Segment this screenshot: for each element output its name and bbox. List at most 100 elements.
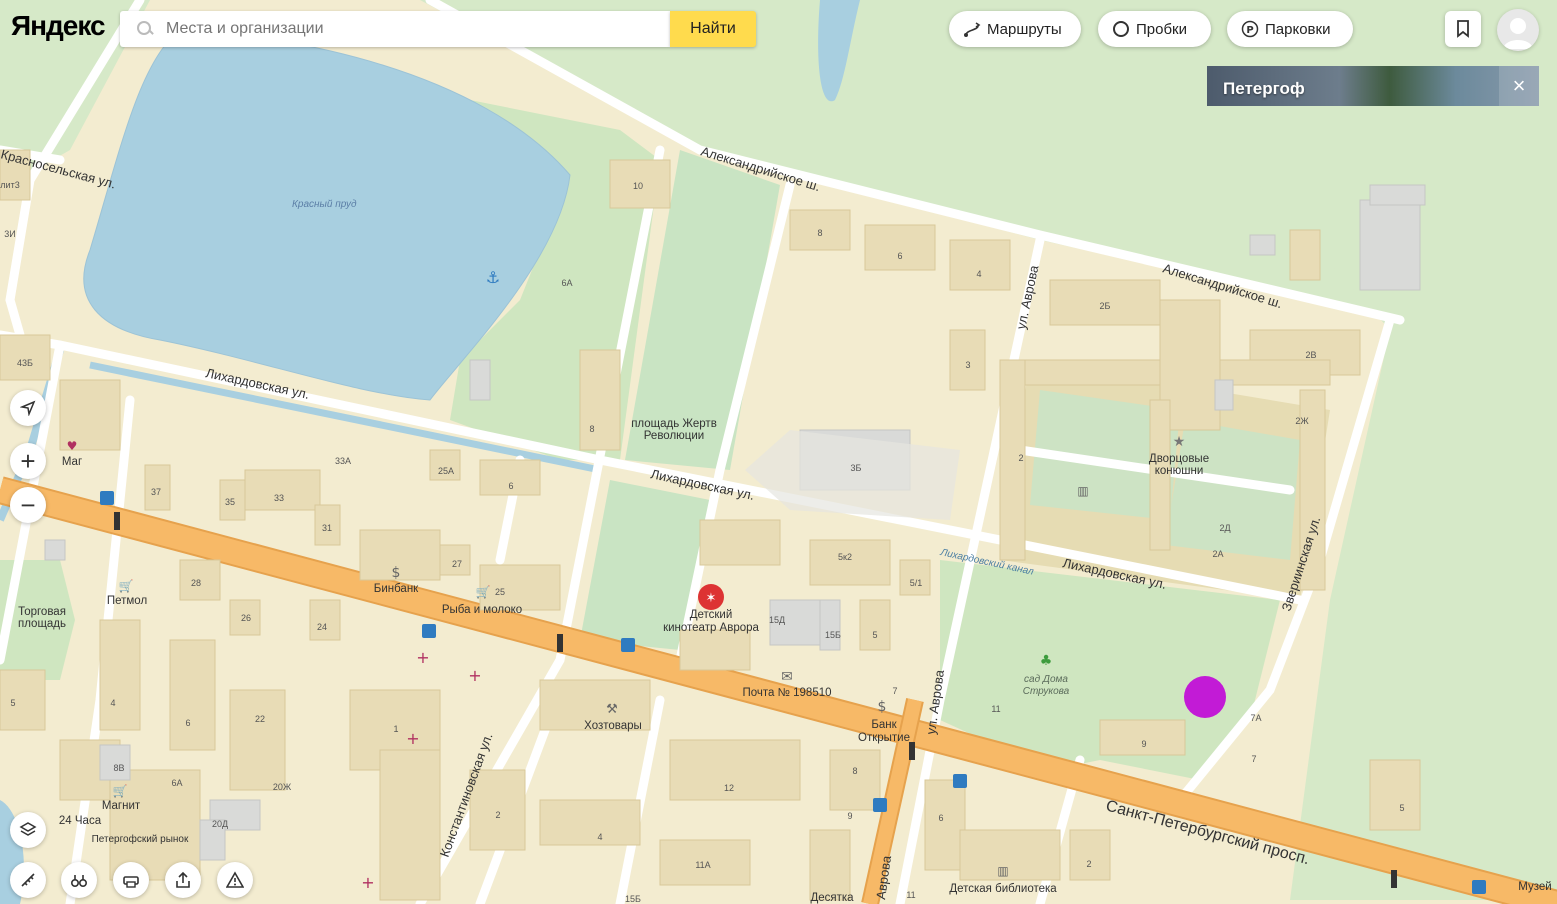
svg-text:5: 5: [10, 698, 15, 708]
svg-text:3И: 3И: [4, 229, 15, 239]
svg-text:20Ж: 20Ж: [273, 782, 292, 792]
svg-text:2Д: 2Д: [1219, 523, 1230, 533]
traffic-icon: [1112, 20, 1130, 38]
zoom-in-button[interactable]: +: [10, 443, 46, 479]
svg-text:лит3: лит3: [0, 180, 19, 190]
close-icon[interactable]: ×: [1499, 66, 1539, 106]
routes-button[interactable]: Маршруты: [949, 11, 1081, 47]
svg-text:6А: 6А: [561, 278, 572, 288]
poi-label: 24 Часа: [59, 815, 102, 827]
poi-label: Петмол: [107, 595, 147, 607]
pond-label: Красный пруд: [292, 199, 357, 210]
search-input[interactable]: [164, 19, 648, 39]
poi-label: Открытие: [858, 732, 910, 744]
svg-text:9: 9: [1141, 739, 1146, 749]
share-icon: [176, 871, 190, 888]
svg-text:2Ж: 2Ж: [1295, 416, 1309, 426]
svg-text:33: 33: [274, 493, 284, 503]
svg-text:1: 1: [393, 724, 398, 734]
parking-label: Парковки: [1265, 20, 1331, 38]
map-canvas[interactable]: Александрийское ш. Александрийское ш. Ли…: [0, 0, 1557, 904]
poi-label: Банк: [871, 719, 897, 731]
svg-text:31: 31: [322, 523, 332, 533]
svg-text:10: 10: [633, 181, 643, 191]
poi-label: Торговая: [18, 606, 66, 618]
svg-text:5: 5: [872, 630, 877, 640]
bookmarks-button[interactable]: [1445, 11, 1481, 47]
route-icon: [963, 20, 981, 38]
svg-text:11: 11: [906, 890, 915, 900]
pharmacy-icon: +: [406, 729, 419, 748]
svg-text:9: 9: [847, 811, 852, 821]
ruler-icon: [21, 873, 35, 887]
report-error-button[interactable]: [217, 862, 253, 898]
svg-text:4: 4: [110, 698, 115, 708]
svg-text:7А: 7А: [1250, 713, 1261, 723]
anchor-icon: ⚓: [486, 268, 500, 287]
svg-text:27: 27: [452, 559, 462, 569]
poi-label: площадь: [18, 618, 66, 630]
poi-label: Магнит: [102, 800, 141, 812]
yandex-logo[interactable]: Яндекс: [11, 10, 106, 42]
svg-text:11: 11: [991, 704, 1000, 714]
panorama-button[interactable]: [61, 862, 97, 898]
poi-label: Петергофский рынок: [92, 833, 189, 845]
parking-icon: P: [1241, 20, 1259, 38]
share-button[interactable]: [165, 862, 201, 898]
svg-text:15Б: 15Б: [625, 894, 641, 904]
svg-text:2: 2: [1018, 453, 1023, 463]
layers-icon: [19, 822, 37, 836]
bank-icon: $: [878, 699, 887, 715]
svg-text:✶: ✶: [706, 591, 717, 606]
place-banner[interactable]: Петергоф ×: [1207, 66, 1539, 106]
svg-text:15Д: 15Д: [769, 615, 785, 625]
svg-text:5к2: 5к2: [838, 552, 852, 562]
banner-title: Петергоф: [1223, 79, 1305, 98]
svg-text:7: 7: [892, 686, 897, 696]
minus-icon: −: [20, 490, 36, 520]
avatar[interactable]: [1497, 9, 1539, 51]
traffic-button[interactable]: Пробки: [1098, 11, 1211, 47]
traffic-label: Пробки: [1136, 20, 1187, 38]
poi-label: Десятка: [810, 892, 854, 904]
parking-button[interactable]: P Парковки: [1227, 11, 1353, 47]
svg-text:6: 6: [938, 813, 943, 823]
book-icon: ▥: [1077, 484, 1088, 498]
poi-label: площадь Жертв: [631, 418, 717, 430]
pharmacy-icon: +: [416, 648, 429, 667]
svg-text:6: 6: [897, 251, 902, 261]
poi-label: конюшни: [1155, 465, 1204, 477]
svg-text:2: 2: [1086, 859, 1091, 869]
location-marker[interactable]: [1184, 676, 1226, 718]
poi-label: Почта № 198510: [742, 687, 831, 699]
svg-text:25А: 25А: [438, 466, 454, 476]
bank-icon: $: [392, 565, 401, 581]
poi-label: кинотеатр Аврора: [663, 622, 759, 634]
svg-text:43Б: 43Б: [17, 358, 33, 368]
pharmacy-icon: +: [468, 666, 481, 685]
svg-text:37: 37: [151, 487, 161, 497]
search-button[interactable]: Найти: [670, 11, 756, 47]
svg-text:2В: 2В: [1305, 350, 1316, 360]
printer-icon: [123, 876, 139, 888]
zoom-out-button[interactable]: −: [10, 487, 46, 523]
book-icon: ▥: [997, 864, 1008, 878]
ruler-button[interactable]: [10, 862, 46, 898]
svg-text:6: 6: [508, 481, 513, 491]
svg-text:3Б: 3Б: [851, 463, 862, 473]
tree-icon: ♣: [1040, 653, 1053, 669]
geolocation-button[interactable]: [10, 390, 46, 426]
svg-text:4: 4: [597, 832, 602, 842]
svg-text:12: 12: [724, 783, 734, 793]
poi-label: Дворцовые: [1149, 453, 1209, 465]
print-button[interactable]: [113, 862, 149, 898]
svg-text:8: 8: [589, 424, 594, 434]
svg-text:25: 25: [495, 587, 505, 597]
location-arrow-icon: [20, 400, 36, 416]
hardware-icon: ⚒: [606, 702, 618, 717]
svg-text:6А: 6А: [171, 778, 182, 788]
poi-label: Детский: [690, 609, 733, 621]
svg-text:22: 22: [255, 714, 265, 724]
layers-button[interactable]: [10, 812, 46, 848]
svg-text:24: 24: [317, 622, 327, 632]
